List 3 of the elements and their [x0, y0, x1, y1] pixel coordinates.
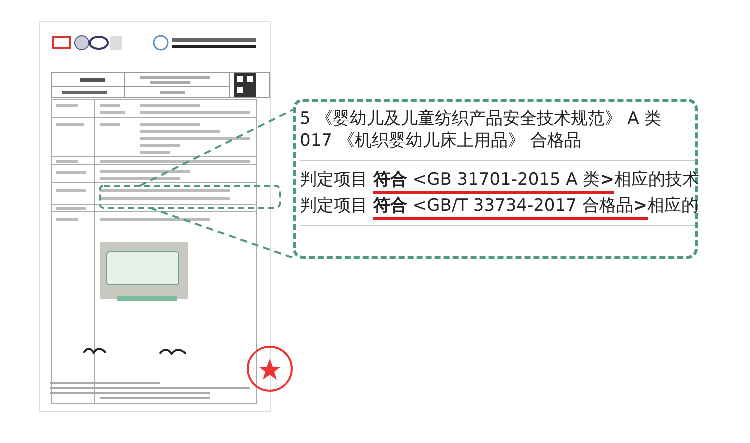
standard-line: 5 《婴幼儿及儿童纺织产品安全技术规范》 A 类 [300, 108, 663, 130]
standard-line: 017 《机织婴幼儿床上用品》 合格品 [300, 130, 582, 152]
conclusion-line: 判定项目 符合 <GB/T 33734-2017 合格品>相应的 [300, 195, 695, 217]
